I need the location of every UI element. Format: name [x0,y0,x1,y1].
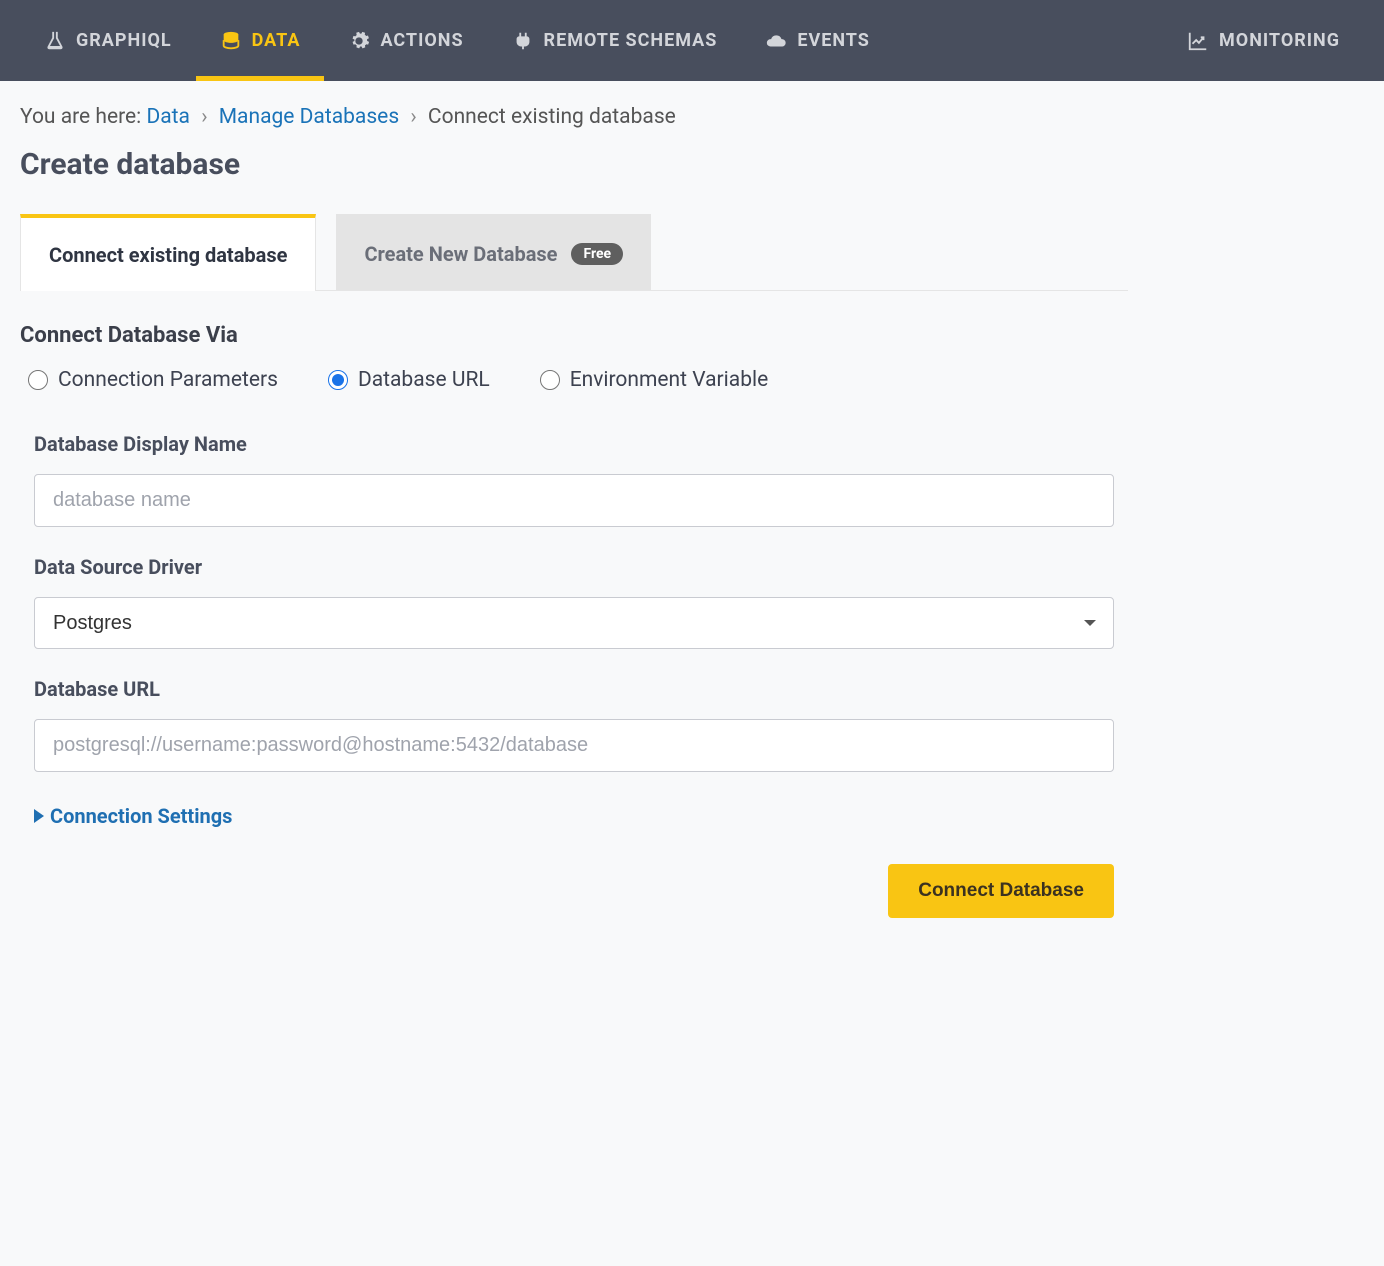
nav-remote-schemas[interactable]: REMOTE SCHEMAS [488,0,742,81]
driver-label: Data Source Driver [34,555,1114,579]
driver-group: Data Source Driver Postgres [34,555,1114,649]
radio-env-var[interactable]: Environment Variable [540,368,769,392]
nav-events[interactable]: EVENTS [741,0,894,81]
tab-connect-existing[interactable]: Connect existing database [20,214,316,291]
connect-via-heading: Connect Database Via [20,323,1128,348]
nav-label: MONITORING [1219,30,1340,51]
nav-label: ACTIONS [380,30,463,51]
breadcrumb-sep: › [410,105,416,129]
radio-input-url[interactable] [328,370,348,390]
display-name-input[interactable] [34,474,1114,527]
breadcrumb-current: Connect existing database [428,105,676,129]
cloud-icon [765,30,787,52]
breadcrumb-link-data[interactable]: Data [146,105,190,129]
plug-icon [512,30,534,52]
nav-monitoring[interactable]: MONITORING [1163,0,1364,81]
page-title: Create database [20,147,1128,182]
chart-icon [1187,30,1209,52]
nav-label: EVENTS [797,30,870,51]
database-icon [220,30,242,52]
nav-data[interactable]: DATA [196,0,325,81]
nav-label: REMOTE SCHEMAS [544,30,718,51]
display-name-group: Database Display Name [34,432,1114,527]
db-url-input[interactable] [34,719,1114,772]
breadcrumb: You are here: Data › Manage Databases › … [20,105,1128,129]
main-content: You are here: Data › Manage Databases › … [0,81,1148,942]
connect-database-button[interactable]: Connect Database [888,864,1114,918]
radio-label: Connection Parameters [58,368,278,392]
connection-settings-label: Connection Settings [50,804,232,828]
radio-input-env[interactable] [540,370,560,390]
gear-icon [348,30,370,52]
nav-label: GRAPHIQL [76,30,172,51]
tab-label: Connect existing database [49,243,287,267]
db-url-label: Database URL [34,677,1114,701]
top-nav: GRAPHIQL DATA ACTIONS REMOTE SCHEMAS EVE… [0,0,1384,81]
free-badge: Free [571,243,623,265]
connection-settings-toggle[interactable]: Connection Settings [34,804,1114,828]
display-name-label: Database Display Name [34,432,1114,456]
driver-select[interactable]: Postgres [34,597,1114,649]
db-url-group: Database URL [34,677,1114,772]
nav-actions[interactable]: ACTIONS [324,0,487,81]
flask-icon [44,30,66,52]
tab-label: Create New Database [364,242,557,266]
radio-connection-params[interactable]: Connection Parameters [28,368,278,392]
breadcrumb-sep: › [201,105,207,129]
breadcrumb-link-manage[interactable]: Manage Databases [219,105,399,129]
nav-graphiql[interactable]: GRAPHIQL [20,0,196,81]
tabs: Connect existing database Create New Dat… [20,214,1128,291]
breadcrumb-prefix: You are here: [20,105,141,129]
radio-label: Database URL [358,368,490,392]
radio-input-params[interactable] [28,370,48,390]
tab-create-new[interactable]: Create New Database Free [336,214,651,290]
nav-label: DATA [252,30,301,51]
radio-label: Environment Variable [570,368,769,392]
radio-database-url[interactable]: Database URL [328,368,490,392]
caret-right-icon [34,809,44,823]
connect-via-radios: Connection Parameters Database URL Envir… [20,368,1128,392]
actions-row: Connect Database [20,864,1128,918]
